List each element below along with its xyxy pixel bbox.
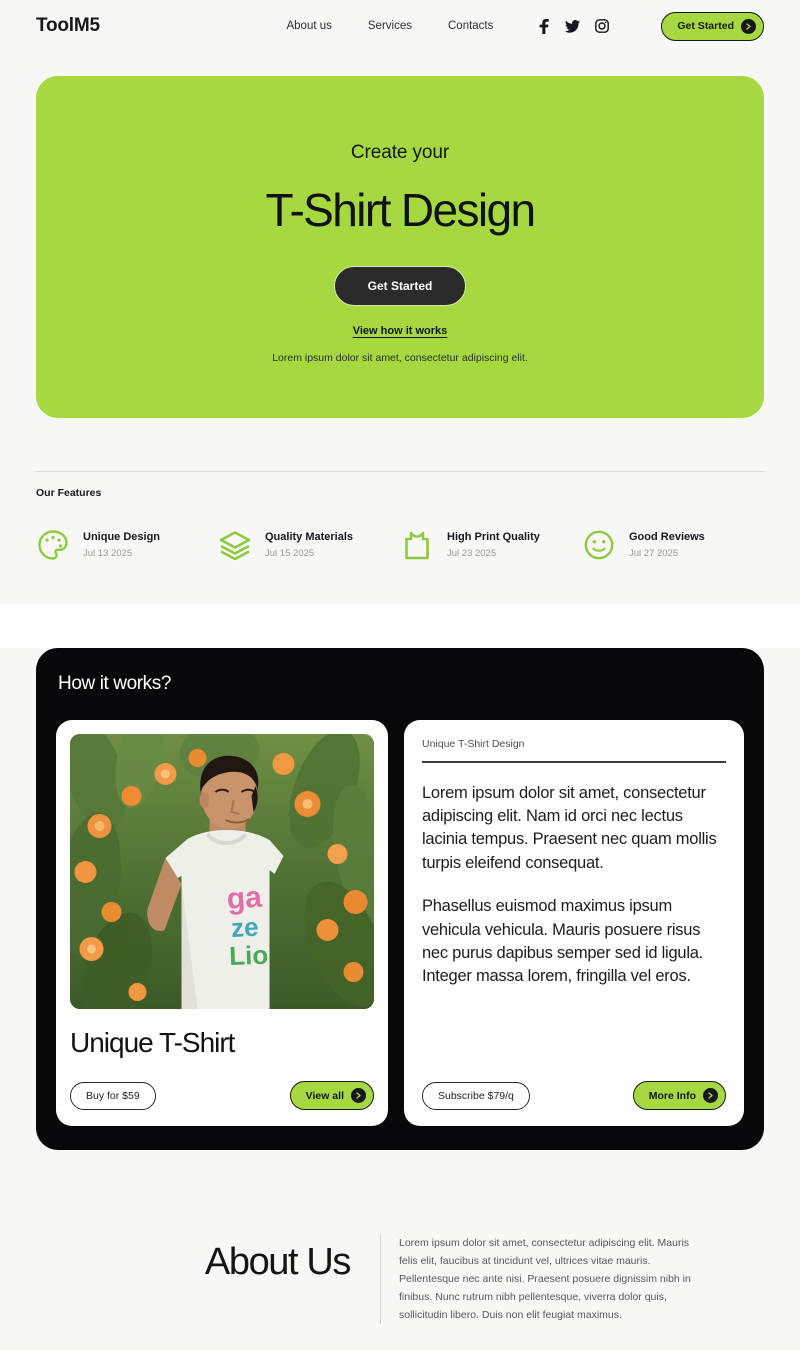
about-title: About Us: [204, 1241, 352, 1283]
feature-title: Good Reviews: [629, 531, 705, 543]
header-get-started-label: Get Started: [677, 20, 734, 32]
main-nav: About us Services Contacts Get Started: [286, 11, 764, 41]
hero-subtext: Lorem ipsum dolor sit amet, consectetur …: [272, 352, 528, 364]
features-divider: [36, 471, 764, 472]
feature-item-high-print-quality[interactable]: High Print Quality Jul 23 2025: [400, 528, 582, 562]
smiley-icon: [582, 528, 616, 562]
features-grid: Unique Design Jul 13 2025 Quality Materi…: [36, 528, 764, 562]
nav-item-contacts[interactable]: Contacts: [448, 20, 493, 32]
product-card: ga ze Lio Unique T-Shirt Buy for $59 Vie…: [56, 720, 388, 1126]
feature-item-good-reviews[interactable]: Good Reviews Jul 27 2025: [582, 528, 764, 562]
feature-title: High Print Quality: [447, 531, 540, 543]
site-header: ToolM5 About us Services Contacts Get St…: [0, 0, 800, 52]
chevron-right-icon: [741, 18, 756, 34]
description-card-label: Unique T-Shirt Design: [422, 738, 525, 750]
description-card-actions: Subscribe $79/q More Info: [422, 1059, 726, 1110]
buy-button[interactable]: Buy for $59: [70, 1081, 156, 1110]
more-info-button[interactable]: More Info: [632, 1081, 726, 1110]
description-card-body: Lorem ipsum dolor sit amet, consectetur …: [422, 782, 726, 989]
description-paragraph-1: Lorem ipsum dolor sit amet, consectetur …: [422, 783, 717, 872]
instagram-icon[interactable]: [595, 19, 610, 33]
feature-date: Jul 27 2025: [629, 548, 679, 559]
how-it-works-cards: ga ze Lio Unique T-Shirt Buy for $59 Vie…: [56, 720, 744, 1126]
chevron-right-icon: [703, 1088, 718, 1103]
product-card-heading: Unique T-Shirt: [70, 1027, 235, 1058]
features-section: Our Features Unique Design Jul 13 2025 Q…: [0, 471, 800, 562]
description-card-divider: [422, 761, 726, 763]
header-get-started-button[interactable]: Get Started: [661, 11, 764, 41]
description-card: Unique T-Shirt Design Lorem ipsum dolor …: [404, 720, 744, 1126]
feature-date: Jul 23 2025: [447, 548, 497, 559]
hero-title: T-Shirt Design: [265, 184, 536, 236]
palette-icon: [36, 528, 70, 562]
nav-item-about-us[interactable]: About us: [286, 20, 331, 32]
chevron-right-icon: [351, 1088, 366, 1103]
how-it-works-section: How it works? ga ze Lio Unique T-Shirt B…: [36, 648, 764, 1150]
section-spacer: [0, 604, 800, 648]
logo[interactable]: ToolM5: [36, 15, 100, 37]
feature-item-quality-materials[interactable]: Quality Materials Jul 15 2025: [218, 528, 400, 562]
features-label: Our Features: [36, 487, 102, 499]
view-how-it-works-link[interactable]: View how it works: [353, 325, 448, 337]
hero-get-started-button[interactable]: Get Started: [333, 266, 467, 306]
feature-item-unique-design[interactable]: Unique Design Jul 13 2025: [36, 528, 218, 562]
hero-section: Create your T-Shirt Design Get Started V…: [36, 76, 764, 418]
subscribe-button[interactable]: Subscribe $79/q: [422, 1081, 530, 1110]
about-text: Lorem ipsum dolor sit amet, consectetur …: [380, 1234, 710, 1325]
product-photo: ga ze Lio: [70, 734, 374, 1009]
feature-title: Unique Design: [83, 531, 161, 543]
feature-date: Jul 13 2025: [83, 548, 133, 559]
how-it-works-title: How it works?: [58, 673, 172, 694]
tshirt-model-image: ga ze Lio: [70, 734, 374, 1009]
svg-text:ze: ze: [230, 912, 259, 943]
nav-item-services[interactable]: Services: [368, 20, 412, 32]
twitter-icon[interactable]: [565, 19, 581, 33]
tshirt-icon: [400, 528, 434, 562]
hero-eyebrow: Create your: [350, 142, 450, 163]
more-info-label: More Info: [648, 1089, 696, 1102]
feature-date: Jul 15 2025: [265, 548, 315, 559]
view-all-label: View all: [305, 1089, 344, 1102]
description-paragraph-2: Phasellus euismod maximus ipsum vehicula…: [422, 897, 704, 986]
svg-text:Lio: Lio: [229, 940, 269, 971]
feature-title: Quality Materials: [265, 531, 354, 543]
layers-icon: [218, 528, 252, 562]
facebook-icon[interactable]: [539, 18, 550, 34]
about-section: About Us Lorem ipsum dolor sit amet, con…: [0, 1234, 800, 1325]
product-card-actions: Buy for $59 View all: [70, 1081, 374, 1110]
view-all-button[interactable]: View all: [289, 1081, 374, 1110]
social-links: [539, 18, 610, 34]
